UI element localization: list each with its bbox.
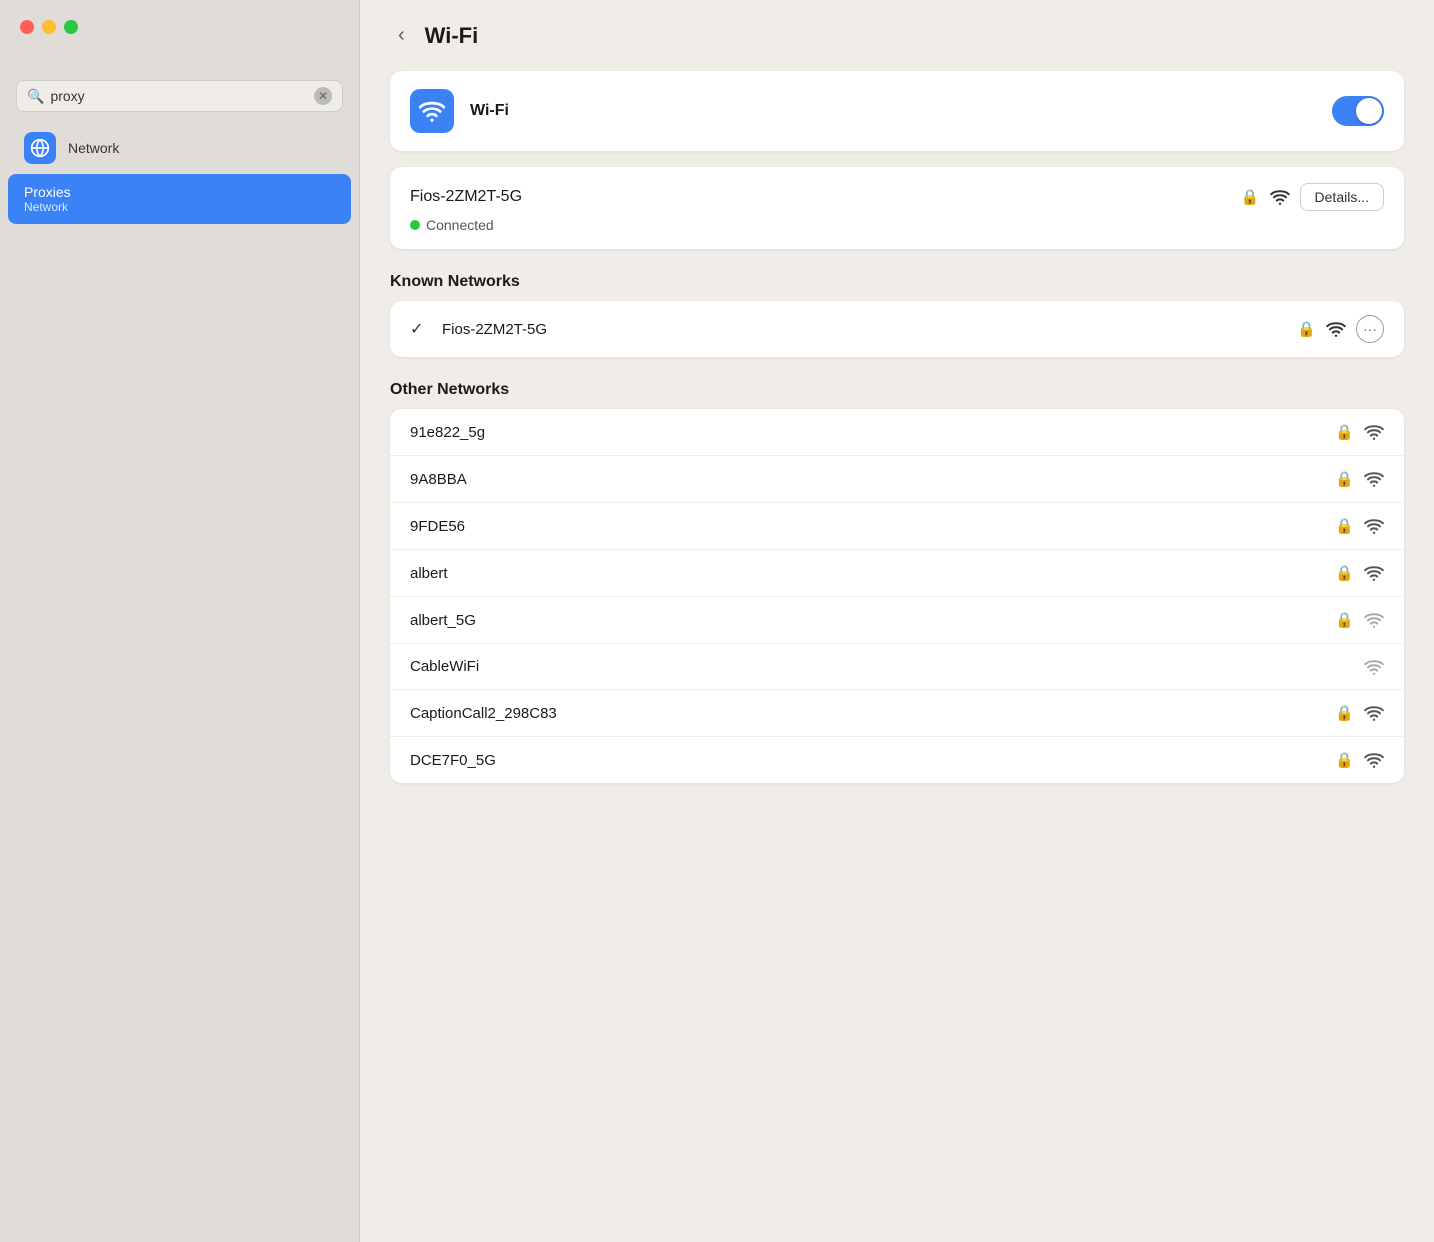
proxies-item-label: Proxies [24, 184, 71, 200]
other-network-name: 91e822_5g [410, 424, 1323, 441]
wifi-signal-icon [1364, 705, 1384, 721]
other-network-row[interactable]: DCE7F0_5G 🔒 [390, 737, 1404, 783]
wifi-toggle-label: Wi-Fi [470, 102, 1316, 120]
lock-icon: 🔒 [1335, 470, 1354, 488]
other-network-name: CableWiFi [410, 658, 1352, 675]
other-network-icons: 🔒 [1335, 611, 1384, 629]
other-network-icons: 🔒 [1335, 564, 1384, 582]
wifi-signal-icon [1364, 471, 1384, 487]
other-network-row[interactable]: CaptionCall2_298C83 🔒 [390, 690, 1404, 737]
other-networks-list: 91e822_5g 🔒 9A8BBA 🔒 9FDE56 🔒 albert 🔒 alber… [390, 409, 1404, 783]
search-icon: 🔍 [27, 88, 44, 105]
lock-icon: 🔒 [1335, 423, 1354, 441]
wifi-toggle-card: Wi-Fi [390, 71, 1404, 151]
known-wifi-icon [1326, 321, 1346, 337]
wifi-toggle[interactable] [1332, 96, 1384, 126]
wifi-signal-icon [1364, 612, 1384, 628]
network-item-label: Network [68, 140, 119, 156]
lock-icon: 🔒 [1335, 611, 1354, 629]
other-network-row[interactable]: albert 🔒 [390, 550, 1404, 597]
other-network-name: DCE7F0_5G [410, 752, 1323, 769]
other-network-icons: 🔒 [1335, 704, 1384, 722]
proxies-item-text: Proxies Network [24, 184, 71, 214]
wifi-icon [410, 89, 454, 133]
wifi-signal-icon [1364, 424, 1384, 440]
status-text: Connected [426, 217, 494, 233]
maximize-button[interactable] [64, 20, 78, 34]
connected-icons: 🔒 Details... [1241, 183, 1384, 211]
other-network-name: 9A8BBA [410, 471, 1323, 488]
wifi-signal-icon [1364, 518, 1384, 534]
wifi-signal-icon [1270, 189, 1290, 205]
other-network-icons: 🔒 [1335, 517, 1384, 535]
other-network-row[interactable]: CableWiFi [390, 644, 1404, 690]
top-bar: ‹ Wi-Fi [360, 0, 1434, 71]
more-options-button[interactable]: ··· [1356, 315, 1384, 343]
other-network-row[interactable]: 9FDE56 🔒 [390, 503, 1404, 550]
proxies-item-sublabel: Network [24, 200, 71, 214]
other-network-row[interactable]: albert_5G 🔒 [390, 597, 1404, 644]
known-network-name: Fios-2ZM2T-5G [442, 321, 1285, 338]
lock-icon: 🔒 [1335, 704, 1354, 722]
page-title: Wi-Fi [425, 23, 479, 49]
known-networks-header: Known Networks [360, 249, 1434, 301]
network-icon [24, 132, 56, 164]
back-button[interactable]: ‹ [390, 20, 413, 51]
clear-search-button[interactable]: ✕ [314, 87, 332, 105]
other-networks-header: Other Networks [360, 357, 1434, 409]
other-network-icons: 🔒 [1335, 470, 1384, 488]
minimize-button[interactable] [42, 20, 56, 34]
other-network-name: CaptionCall2_298C83 [410, 705, 1323, 722]
lock-icon: 🔒 [1335, 751, 1354, 769]
other-network-row[interactable]: 91e822_5g 🔒 [390, 409, 1404, 456]
details-button[interactable]: Details... [1300, 183, 1384, 211]
checkmark-icon: ✓ [410, 319, 430, 339]
known-network-row[interactable]: ✓ Fios-2ZM2T-5G 🔒 ··· [390, 301, 1404, 357]
window-controls [20, 20, 78, 34]
lock-icon: 🔒 [1335, 517, 1354, 535]
other-network-icons [1364, 659, 1384, 675]
lock-icon: 🔒 [1241, 188, 1260, 206]
network-item-text: Network [68, 140, 119, 156]
search-container: 🔍 ✕ [0, 70, 359, 122]
wifi-signal-icon [1364, 565, 1384, 581]
known-lock-icon: 🔒 [1297, 320, 1316, 338]
other-network-name: 9FDE56 [410, 518, 1323, 535]
sidebar-item-proxies-network[interactable]: Proxies Network [8, 174, 351, 224]
other-network-name: albert_5G [410, 612, 1323, 629]
close-button[interactable] [20, 20, 34, 34]
wifi-signal-icon [1364, 752, 1384, 768]
known-networks-list: ✓ Fios-2ZM2T-5G 🔒 ··· [390, 301, 1404, 357]
connected-top: Fios-2ZM2T-5G 🔒 Details... [410, 183, 1384, 211]
search-input[interactable] [50, 88, 308, 104]
toggle-knob [1356, 98, 1382, 124]
wifi-signal-icon [1364, 659, 1384, 675]
other-network-icons: 🔒 [1335, 423, 1384, 441]
connected-network-name: Fios-2ZM2T-5G [410, 188, 522, 206]
lock-icon: 🔒 [1335, 564, 1354, 582]
search-bar: 🔍 ✕ [16, 80, 343, 112]
other-network-name: albert [410, 565, 1323, 582]
other-network-row[interactable]: 9A8BBA 🔒 [390, 456, 1404, 503]
connected-network-card: Fios-2ZM2T-5G 🔒 Details... Connected [390, 167, 1404, 249]
sidebar: 🔍 ✕ Network Proxies Network [0, 0, 360, 1242]
known-network-row-icons: 🔒 ··· [1297, 315, 1384, 343]
status-dot [410, 220, 420, 230]
other-network-icons: 🔒 [1335, 751, 1384, 769]
main-content: ‹ Wi-Fi Wi-Fi Fios-2ZM2T-5G 🔒 [360, 0, 1434, 1242]
sidebar-item-network[interactable]: Network [8, 122, 351, 174]
connected-status: Connected [410, 217, 1384, 233]
